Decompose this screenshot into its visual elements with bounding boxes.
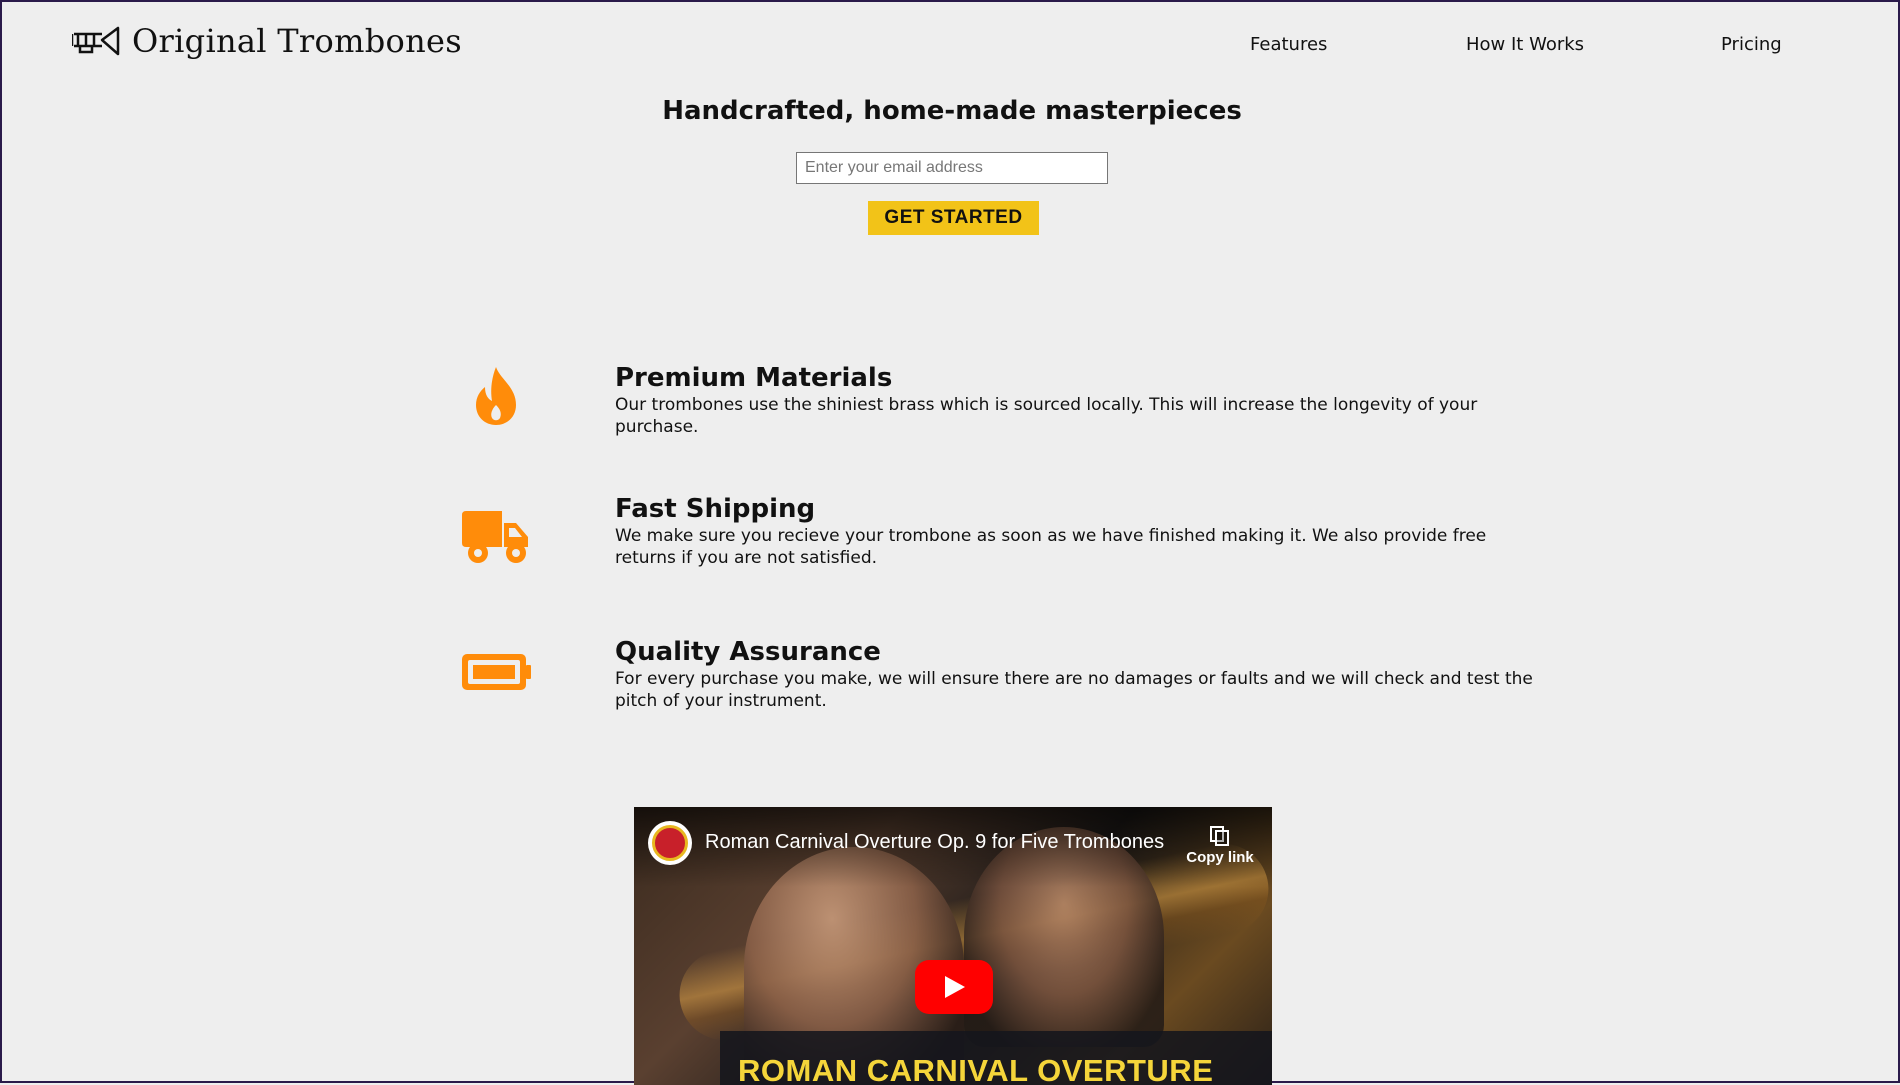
video-embed[interactable]: Roman Carnival Overture Op. 9 for Five T… [634,807,1272,1085]
video-title[interactable]: Roman Carnival Overture Op. 9 for Five T… [705,831,1164,854]
copy-icon [1210,826,1229,846]
feature-body: Premium Materials Our trombones use the … [615,362,1535,438]
feature-title: Quality Assurance [615,637,881,667]
feature-description: We make sure you recieve your trombone a… [615,526,1487,568]
video-thumbnail-banner: ROMAN CARNIVAL OVERTURE [720,1031,1272,1085]
brand-name: Original Trombones [132,22,462,60]
copy-link-label: Copy link [1186,849,1254,866]
flame-icon [452,360,540,432]
copy-link-button[interactable]: Copy link [1182,821,1258,881]
feature-title: Premium Materials [615,363,893,393]
feature-title: Fast Shipping [615,494,816,524]
channel-avatar[interactable] [648,821,692,865]
feature-description: For every purchase you make, we will ens… [615,669,1533,711]
trombone-icon [72,26,120,56]
nav-link-features[interactable]: Features [1250,34,1360,55]
get-started-button[interactable]: GET STARTED [868,201,1039,235]
nav-link-pricing[interactable]: Pricing [1721,34,1801,55]
channel-emblem [652,825,688,861]
hero-title: Handcrafted, home-made masterpieces [662,96,1242,126]
truck-icon [452,501,540,573]
brand-logo[interactable]: Original Trombones [72,22,462,60]
email-input[interactable] [796,152,1108,184]
feature-body: Fast Shipping We make sure you recieve y… [615,493,1535,569]
battery-icon [452,636,540,708]
site-header: Original Trombones Features How It Works… [2,2,1898,92]
play-button[interactable] [915,960,993,1014]
play-icon [945,976,965,998]
video-banner-text: ROMAN CARNIVAL OVERTURE [738,1053,1214,1085]
nav-link-how-it-works[interactable]: How It Works [1466,34,1596,55]
feature-body: Quality Assurance For every purchase you… [615,636,1535,712]
feature-description: Our trombones use the shiniest brass whi… [615,395,1478,437]
